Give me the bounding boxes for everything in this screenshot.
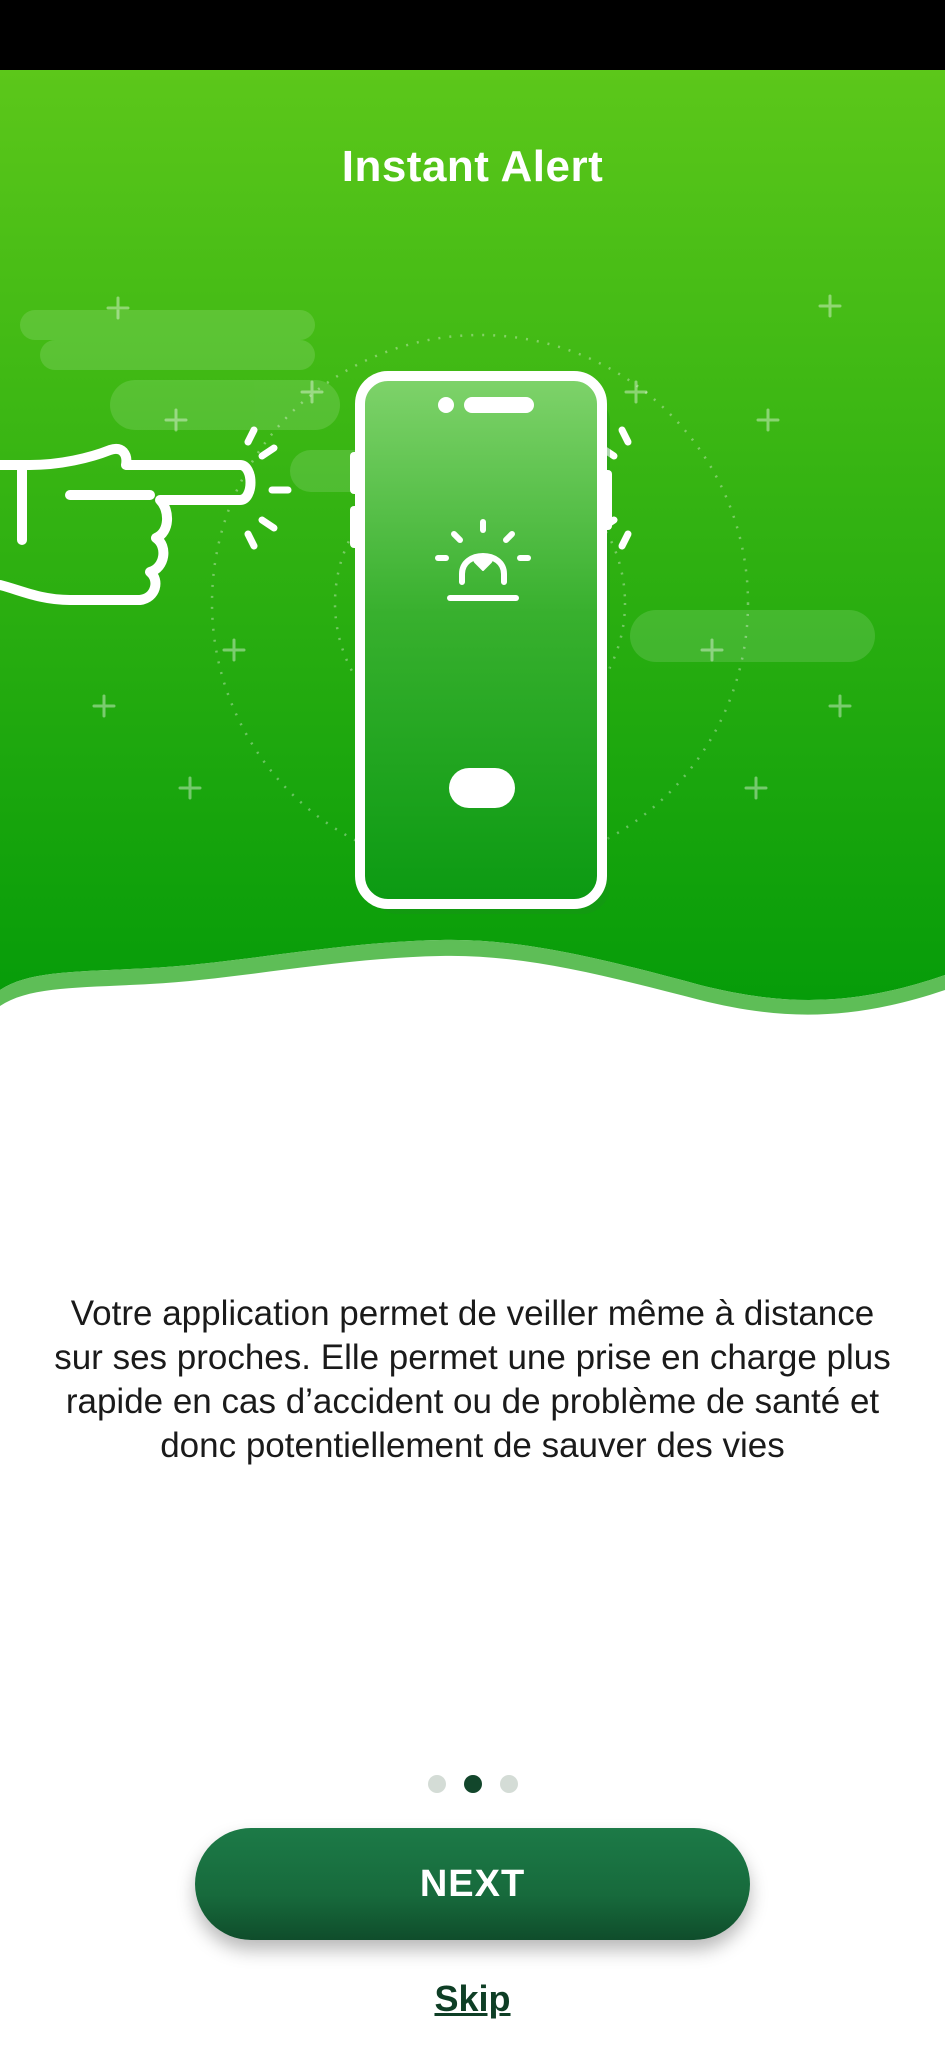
hero-illustration [0, 70, 945, 1020]
status-bar [0, 0, 945, 70]
page-dot-3[interactable] [499, 1775, 518, 1793]
skip-link[interactable]: Skip [0, 1978, 945, 2020]
onboarding-title: Instant Alert [341, 142, 604, 191]
onboarding-description: Votre application permet de veiller même… [54, 1294, 891, 1465]
next-button[interactable]: NEXT [195, 1828, 750, 1940]
page-dot-2-active[interactable] [463, 1775, 482, 1793]
page-dot-1[interactable] [427, 1775, 446, 1793]
smartphone-icon [350, 371, 612, 914]
page-indicator [0, 1774, 945, 1794]
